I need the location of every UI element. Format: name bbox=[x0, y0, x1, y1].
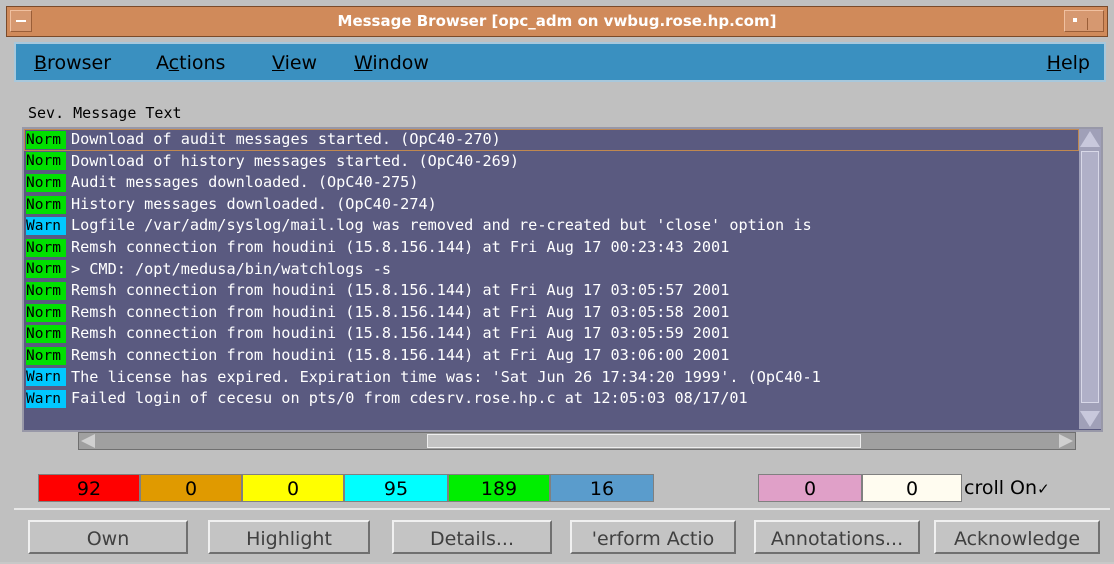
menu-window-mnemonic: W bbox=[354, 52, 373, 74]
menu-actions-label: tions bbox=[179, 52, 226, 74]
menu-browser-label: rowser bbox=[47, 52, 112, 74]
message-row[interactable]: Warn The license has expired. Expiration … bbox=[24, 367, 1079, 389]
vertical-scrollbar[interactable] bbox=[1079, 129, 1101, 429]
horizontal-scrollbar[interactable] bbox=[78, 432, 1076, 450]
severity-counter: 0 bbox=[140, 474, 242, 502]
menu-actions[interactable]: Actions bbox=[156, 52, 225, 74]
severity-counter: 189 bbox=[448, 474, 550, 502]
annotations-button[interactable]: Annotations... bbox=[754, 520, 920, 554]
acknowledge-button[interactable]: Acknowledge bbox=[934, 520, 1100, 554]
scroll-down-icon[interactable] bbox=[1080, 411, 1100, 427]
message-row[interactable]: Norm Download of audit messages started. … bbox=[24, 129, 1079, 151]
severity-counter: 0 bbox=[758, 474, 862, 502]
message-text: History messages downloaded. (OpC40-274) bbox=[71, 194, 437, 213]
message-text: The license has expired. Expiration time… bbox=[71, 367, 821, 386]
message-row[interactable]: Norm Remsh connection from houdini (15.8.… bbox=[24, 345, 1079, 367]
menu-actions-label-pre: A bbox=[156, 52, 169, 74]
severity-badge: Norm bbox=[26, 152, 66, 171]
message-row[interactable]: Norm Audit messages downloaded. (OpC40-27… bbox=[24, 172, 1079, 194]
vertical-scroll-thumb[interactable] bbox=[1081, 151, 1099, 403]
severity-counter: 92 bbox=[38, 474, 140, 502]
scroll-left-icon[interactable] bbox=[81, 434, 95, 448]
message-text: Audit messages downloaded. (OpC40-275) bbox=[71, 173, 419, 192]
message-text: Remsh connection from houdini (15.8.156.… bbox=[71, 281, 730, 300]
message-row[interactable]: Warn Failed login of cecesu on pts/0 from… bbox=[24, 388, 1079, 410]
menu-help-label: elp bbox=[1060, 52, 1090, 74]
message-text: Remsh connection from houdini (15.8.156.… bbox=[71, 324, 730, 343]
message-text: Remsh connection from houdini (15.8.156.… bbox=[71, 302, 730, 321]
severity-badge: Warn bbox=[26, 368, 66, 387]
scroll-up-icon[interactable] bbox=[1080, 131, 1100, 147]
message-list[interactable]: Norm Download of audit messages started. … bbox=[24, 129, 1079, 429]
message-browser-window: Message Browser [opc_adm on vwbug.rose.h… bbox=[0, 0, 1114, 562]
menu-window-label: indow bbox=[372, 52, 429, 74]
message-row[interactable]: Warn Logfile /var/adm/syslog/mail.log was… bbox=[24, 215, 1079, 237]
severity-badge: Norm bbox=[26, 346, 66, 365]
severity-badge: Norm bbox=[26, 238, 66, 257]
highlight-button[interactable]: Highlight bbox=[208, 520, 370, 554]
severity-badge: Norm bbox=[26, 281, 66, 300]
severity-badge: Norm bbox=[26, 325, 66, 344]
message-text: Remsh connection from houdini (15.8.156.… bbox=[71, 345, 730, 364]
menu-help-mnemonic: H bbox=[1046, 52, 1061, 74]
message-row[interactable]: Norm Download of history messages started… bbox=[24, 151, 1079, 173]
message-text: Failed login of cecesu on pts/0 from cde… bbox=[71, 389, 748, 408]
list-column-header: Sev. Message Text bbox=[28, 104, 182, 122]
severity-badge: Warn bbox=[26, 217, 66, 236]
scroll-right-icon[interactable] bbox=[1059, 434, 1073, 448]
menu-actions-mnemonic: c bbox=[168, 52, 180, 74]
severity-badge: Norm bbox=[26, 173, 66, 192]
severity-counter: 16 bbox=[550, 474, 654, 502]
severity-badge: Norm bbox=[26, 303, 66, 322]
menu-bar: Browser Actions View Window Help bbox=[14, 42, 1106, 82]
perform-action-button[interactable]: 'erform Actio bbox=[570, 520, 736, 554]
own-button[interactable]: Own bbox=[28, 520, 188, 554]
check-icon: ✓ bbox=[1037, 480, 1050, 498]
severity-counter: 95 bbox=[344, 474, 448, 502]
horizontal-scroll-thumb[interactable] bbox=[427, 434, 861, 448]
severity-badge: Warn bbox=[26, 389, 66, 408]
severity-counter: 0 bbox=[242, 474, 344, 502]
menu-browser[interactable]: Browser bbox=[34, 52, 111, 74]
severity-badge: Norm bbox=[26, 260, 66, 279]
message-row[interactable]: Norm Remsh connection from houdini (15.8.… bbox=[24, 323, 1079, 345]
message-row[interactable]: Norm History messages downloaded. (OpC40-… bbox=[24, 194, 1079, 216]
details-button[interactable]: Details... bbox=[392, 520, 552, 554]
severity-counter: 0 bbox=[862, 474, 962, 502]
minimize-maximize-icon[interactable] bbox=[1064, 10, 1104, 32]
severity-badge: Norm bbox=[26, 195, 66, 214]
button-bar: Own Highlight Details... 'erform Actio A… bbox=[14, 508, 1110, 564]
message-text: Download of audit messages started. (OpC… bbox=[71, 130, 501, 148]
message-text: Logfile /var/adm/syslog/mail.log was rem… bbox=[71, 216, 812, 235]
scroll-on-label: croll On✓ bbox=[964, 474, 1050, 502]
menu-view[interactable]: View bbox=[272, 52, 317, 74]
message-row[interactable]: Norm Remsh connection from houdini (15.8.… bbox=[24, 237, 1079, 259]
menu-browser-mnemonic: B bbox=[34, 52, 48, 74]
window-title: Message Browser [opc_adm on vwbug.rose.h… bbox=[337, 12, 777, 30]
message-text: Remsh connection from houdini (15.8.156.… bbox=[71, 237, 730, 256]
message-row[interactable]: Norm Remsh connection from houdini (15.8.… bbox=[24, 302, 1079, 324]
menu-view-label: iew bbox=[284, 52, 318, 74]
menu-window[interactable]: Window bbox=[354, 52, 429, 74]
message-text: > CMD: /opt/medusa/bin/watchlogs -s bbox=[71, 259, 392, 278]
scroll-on-text: croll On bbox=[964, 477, 1038, 499]
menu-help[interactable]: Help bbox=[1047, 52, 1090, 74]
message-row[interactable]: Norm > CMD: /opt/medusa/bin/watchlogs -s bbox=[24, 259, 1079, 281]
menu-view-mnemonic: V bbox=[272, 52, 285, 74]
severity-badge: Norm bbox=[26, 130, 66, 149]
message-text: Download of history messages started. (O… bbox=[71, 151, 520, 170]
title-bar[interactable]: Message Browser [opc_adm on vwbug.rose.h… bbox=[6, 6, 1108, 37]
message-row[interactable]: Norm Remsh connection from houdini (15.8.… bbox=[24, 280, 1079, 302]
message-list-frame: Norm Download of audit messages started. … bbox=[22, 127, 1103, 432]
